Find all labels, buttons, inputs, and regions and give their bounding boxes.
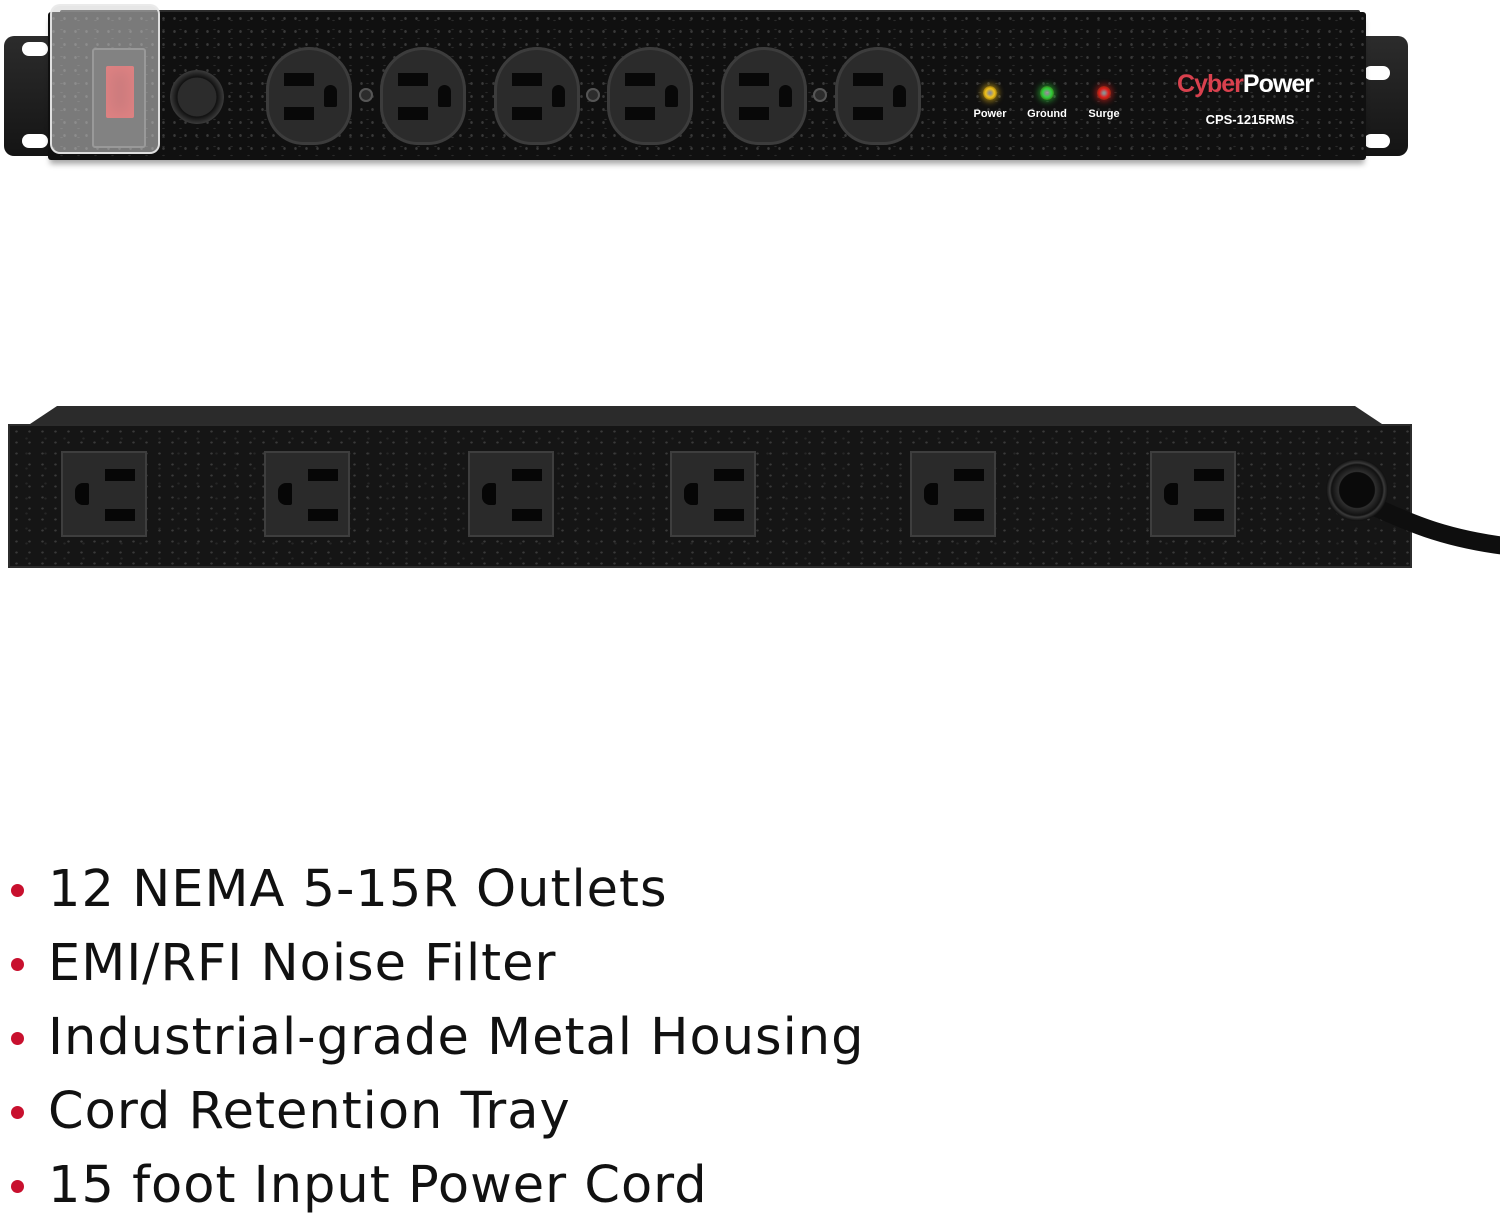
rear-outlet bbox=[61, 451, 147, 537]
ground-hole bbox=[438, 85, 451, 107]
ground-hole bbox=[924, 483, 938, 505]
front-view-power-strip: Power Ground Surge CyberPower CPS-1215RM… bbox=[0, 0, 1500, 190]
brand-logo: CyberPower bbox=[1160, 70, 1330, 99]
outlet-slot bbox=[105, 509, 135, 521]
model-number: CPS-1215RMS bbox=[1205, 112, 1295, 127]
mounting-screw bbox=[359, 88, 373, 102]
ground-hole bbox=[552, 85, 565, 107]
power-indicator-led bbox=[983, 86, 997, 100]
bullet-icon bbox=[11, 958, 24, 971]
outlet-slot bbox=[308, 509, 338, 521]
outlet-slot bbox=[284, 73, 314, 86]
ground-hole bbox=[1164, 483, 1178, 505]
front-outlet bbox=[835, 47, 921, 145]
outlet-slot bbox=[1194, 509, 1224, 521]
outlet-slot bbox=[714, 469, 744, 481]
front-outlet bbox=[266, 47, 352, 145]
feature-text: Cord Retention Tray bbox=[48, 1082, 571, 1141]
surge-indicator-led bbox=[1097, 86, 1111, 100]
bullet-icon bbox=[11, 1032, 24, 1045]
mounting-screw bbox=[586, 88, 600, 102]
feature-text: Industrial-grade Metal Housing bbox=[48, 1008, 865, 1067]
outlet-slot bbox=[1194, 469, 1224, 481]
ground-hole bbox=[779, 85, 792, 107]
rear-top-edge bbox=[30, 406, 1382, 424]
outlet-slot bbox=[954, 509, 984, 521]
brand-logo-part1: Cyber bbox=[1177, 70, 1244, 98]
front-outlet bbox=[721, 47, 807, 145]
feature-item: 12 NEMA 5-15R Outlets bbox=[0, 860, 1000, 930]
outlet-slot bbox=[625, 107, 655, 120]
outlet-slot bbox=[308, 469, 338, 481]
outlet-slot bbox=[853, 73, 883, 86]
rear-outlet bbox=[264, 451, 350, 537]
feature-text: 12 NEMA 5-15R Outlets bbox=[48, 860, 668, 919]
ground-hole bbox=[665, 85, 678, 107]
rear-outlet bbox=[670, 451, 756, 537]
mounting-hole bbox=[1364, 66, 1390, 80]
bullet-icon bbox=[11, 1180, 24, 1193]
feature-text: EMI/RFI Noise Filter bbox=[48, 934, 557, 993]
outlet-slot bbox=[739, 73, 769, 86]
ground-hole bbox=[75, 483, 89, 505]
mounting-screw bbox=[813, 88, 827, 102]
ground-hole bbox=[482, 483, 496, 505]
cord-retention-grommet bbox=[1326, 459, 1388, 521]
bullet-icon bbox=[11, 1106, 24, 1119]
front-outlet bbox=[494, 47, 580, 145]
front-outlet bbox=[607, 47, 693, 145]
outlet-slot bbox=[714, 509, 744, 521]
brand-logo-part2: Power bbox=[1242, 70, 1314, 98]
front-outlet bbox=[380, 47, 466, 145]
feature-item: 15 foot Input Power Cord bbox=[0, 1156, 1000, 1226]
rear-outlet bbox=[468, 451, 554, 537]
rear-outlet bbox=[1150, 451, 1236, 537]
outlet-slot bbox=[512, 107, 542, 120]
outlet-slot bbox=[954, 469, 984, 481]
outlet-slot bbox=[105, 469, 135, 481]
feature-item: Industrial-grade Metal Housing bbox=[0, 1008, 1000, 1078]
ground-hole bbox=[278, 483, 292, 505]
ground-hole bbox=[893, 85, 906, 107]
circuit-breaker-button bbox=[170, 70, 224, 124]
feature-item: EMI/RFI Noise Filter bbox=[0, 934, 1000, 1004]
ground-hole bbox=[324, 85, 337, 107]
outlet-slot bbox=[512, 509, 542, 521]
outlet-slot bbox=[512, 73, 542, 86]
rear-outlet bbox=[910, 451, 996, 537]
outlet-slot bbox=[625, 73, 655, 86]
outlet-slot bbox=[739, 107, 769, 120]
mounting-hole bbox=[22, 42, 48, 56]
ground-indicator-led bbox=[1040, 86, 1054, 100]
outlet-slot bbox=[398, 73, 428, 86]
switch-safety-cover bbox=[50, 4, 160, 154]
mounting-hole bbox=[22, 134, 48, 148]
outlet-slot bbox=[853, 107, 883, 120]
feature-item: Cord Retention Tray bbox=[0, 1082, 1000, 1152]
ground-hole bbox=[684, 483, 698, 505]
surge-indicator-label: Surge bbox=[1088, 108, 1120, 120]
outlet-slot bbox=[398, 107, 428, 120]
mounting-hole bbox=[1364, 134, 1390, 148]
outlet-slot bbox=[512, 469, 542, 481]
outlet-slot bbox=[284, 107, 314, 120]
feature-text: 15 foot Input Power Cord bbox=[48, 1156, 708, 1215]
bullet-icon bbox=[11, 884, 24, 897]
